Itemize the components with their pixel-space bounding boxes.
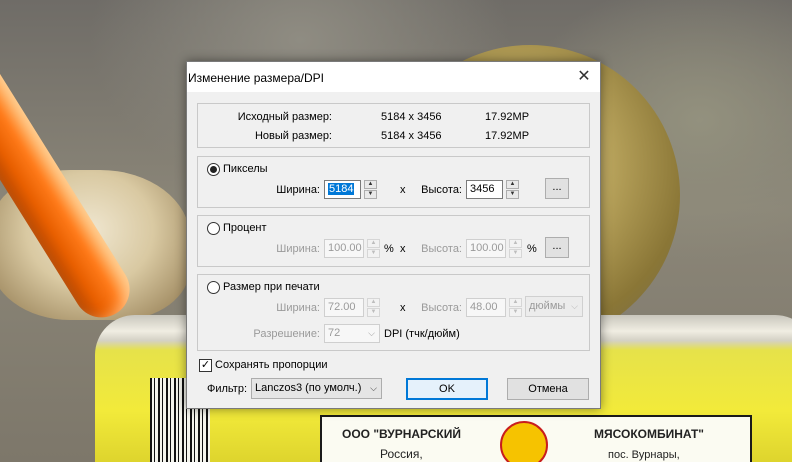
percent-x-label: x	[400, 243, 406, 255]
keep-ratio-label[interactable]: Сохранять пропорции	[215, 359, 328, 371]
print-height-spinner[interactable]: ▲ ▼	[509, 298, 522, 317]
print-height-input[interactable]: 48.00	[466, 298, 506, 317]
new-size-value: 5184 x 3456	[381, 130, 442, 142]
print-size-group: Размер при печати Ширина: 72.00 ▲ ▼ x Вы…	[197, 274, 590, 351]
pixels-group: Пикселы Ширина: 5184 ▲ ▼ x Высота: 3456 …	[197, 156, 590, 208]
print-unit-value: дюймы	[529, 300, 566, 312]
can-label-town: пос. Вурнары,	[608, 449, 680, 461]
percent-height-spinner[interactable]: ▲ ▼	[509, 239, 522, 258]
chevron-down-icon: ⌵	[368, 328, 375, 338]
percent-width-label: Ширина:	[276, 243, 320, 255]
spin-down-icon[interactable]: ▼	[367, 249, 380, 258]
spin-down-icon[interactable]: ▼	[364, 190, 377, 199]
print-unit-select[interactable]: дюймы ⌵	[525, 296, 583, 317]
percent-width-input[interactable]: 100.00	[324, 239, 364, 258]
spin-down-icon[interactable]: ▼	[506, 190, 519, 199]
keep-ratio-checkbox[interactable]: ✓	[199, 359, 212, 372]
spin-up-icon[interactable]: ▲	[509, 298, 522, 307]
chevron-down-icon: ⌵	[571, 301, 578, 311]
print-height-label: Высота:	[421, 302, 462, 314]
percent-more-button[interactable]: ...	[545, 237, 569, 258]
resolution-input[interactable]: 72 ⌵	[324, 324, 380, 343]
dialog-titlebar[interactable]: Изменение размера/DPI ✕	[187, 62, 600, 92]
percent-width-unit: %	[384, 243, 394, 255]
pixels-height-input[interactable]: 3456	[466, 180, 503, 199]
filter-label: Фильтр:	[206, 383, 247, 395]
print-width-spinner[interactable]: ▲ ▼	[367, 298, 380, 317]
percent-height-unit: %	[527, 243, 537, 255]
new-megapixels: 17.92MP	[485, 130, 530, 142]
pixels-height-label: Высота:	[421, 184, 462, 196]
close-icon[interactable]: ✕	[572, 66, 596, 88]
can-label-company: ООО "ВУРНАРСКИЙ	[342, 427, 461, 441]
pixels-width-input[interactable]: 5184	[324, 180, 361, 199]
percent-width-spinner[interactable]: ▲ ▼	[367, 239, 380, 258]
percent-group: Процент Ширина: 100.00 ▲ ▼ % x Высота: 1…	[197, 215, 590, 267]
pixels-width-spinner[interactable]: ▲ ▼	[364, 180, 377, 199]
can-label-plant: МЯСОКОМБИНАТ"	[594, 427, 704, 441]
spin-down-icon[interactable]: ▼	[367, 308, 380, 317]
percent-radio[interactable]	[207, 222, 220, 235]
ok-button[interactable]: OK	[406, 378, 488, 400]
spin-up-icon[interactable]: ▲	[367, 298, 380, 307]
pixels-radio[interactable]	[207, 163, 220, 176]
print-size-radio[interactable]	[207, 281, 220, 294]
pixels-more-button[interactable]: ...	[545, 178, 569, 199]
pixels-height-spinner[interactable]: ▲ ▼	[506, 180, 519, 199]
resolution-label: Разрешение:	[253, 328, 320, 340]
can-label: ООО "ВУРНАРСКИЙ МЯСОКОМБИНАТ" Россия, по…	[320, 415, 752, 462]
can-label-country: Россия,	[380, 447, 423, 461]
chevron-down-icon: ⌵	[370, 383, 377, 393]
percent-radio-label[interactable]: Процент	[223, 222, 267, 234]
resolution-unit: DPI (тчк/дюйм)	[384, 328, 460, 340]
print-x-label: x	[400, 302, 406, 314]
resize-dpi-dialog: Изменение размера/DPI ✕ Исходный размер:…	[186, 61, 601, 409]
print-width-input[interactable]: 72.00	[324, 298, 364, 317]
resolution-value: 72	[328, 327, 341, 339]
spin-up-icon[interactable]: ▲	[506, 180, 519, 189]
original-size-label: Исходный размер:	[237, 111, 332, 123]
print-width-label: Ширина:	[276, 302, 320, 314]
percent-height-label: Высота:	[421, 243, 462, 255]
can-logo-icon	[500, 421, 548, 462]
spin-up-icon[interactable]: ▲	[509, 239, 522, 248]
pixels-radio-label[interactable]: Пикселы	[223, 163, 268, 175]
cancel-button[interactable]: Отмена	[507, 378, 589, 400]
new-size-label: Новый размер:	[254, 130, 332, 142]
spin-up-icon[interactable]: ▲	[364, 180, 377, 189]
filter-value: Lanczos3 (по умолч.)	[255, 382, 362, 394]
pixels-width-label: Ширина:	[276, 184, 320, 196]
original-size-value: 5184 x 3456	[381, 111, 442, 123]
spin-up-icon[interactable]: ▲	[367, 239, 380, 248]
pixels-x-label: x	[400, 184, 406, 196]
filter-select[interactable]: Lanczos3 (по умолч.) ⌵	[251, 378, 382, 399]
print-size-radio-label[interactable]: Размер при печати	[223, 281, 320, 293]
spin-down-icon[interactable]: ▼	[509, 308, 522, 317]
size-info-group: Исходный размер: 5184 x 3456 17.92MP Нов…	[197, 103, 590, 148]
dialog-title: Изменение размера/DPI	[188, 71, 325, 85]
spin-down-icon[interactable]: ▼	[509, 249, 522, 258]
original-megapixels: 17.92MP	[485, 111, 530, 123]
percent-height-input[interactable]: 100.00	[466, 239, 506, 258]
